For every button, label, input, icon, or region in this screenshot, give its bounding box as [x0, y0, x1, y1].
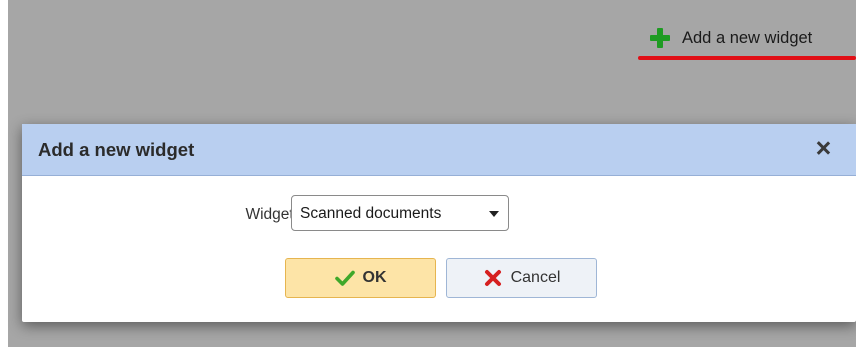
- close-icon[interactable]: [813, 138, 833, 158]
- add-widget-dialog: Add a new widget Widget: Scanned documen…: [22, 124, 856, 322]
- cancel-button[interactable]: Cancel: [446, 258, 597, 298]
- plus-icon: [650, 28, 670, 48]
- widget-field-label: Widget:: [245, 206, 298, 223]
- checkmark-icon: [334, 268, 355, 288]
- widget-select[interactable]: Scanned documents: [291, 195, 509, 231]
- add-new-widget-label: Add a new widget: [682, 28, 813, 47]
- red-x-icon: [483, 268, 503, 288]
- ok-button[interactable]: OK: [285, 258, 436, 298]
- ok-button-label: OK: [362, 269, 387, 286]
- dialog-title: Add a new widget: [38, 139, 195, 160]
- widget-select-value: Scanned documents: [300, 205, 442, 222]
- caret-down-icon: [489, 211, 499, 217]
- dialog-header: Add a new widget: [22, 124, 856, 176]
- add-new-widget-link[interactable]: Add a new widget: [650, 24, 812, 52]
- cancel-button-label: Cancel: [510, 269, 561, 286]
- highlight-underline: [638, 56, 856, 60]
